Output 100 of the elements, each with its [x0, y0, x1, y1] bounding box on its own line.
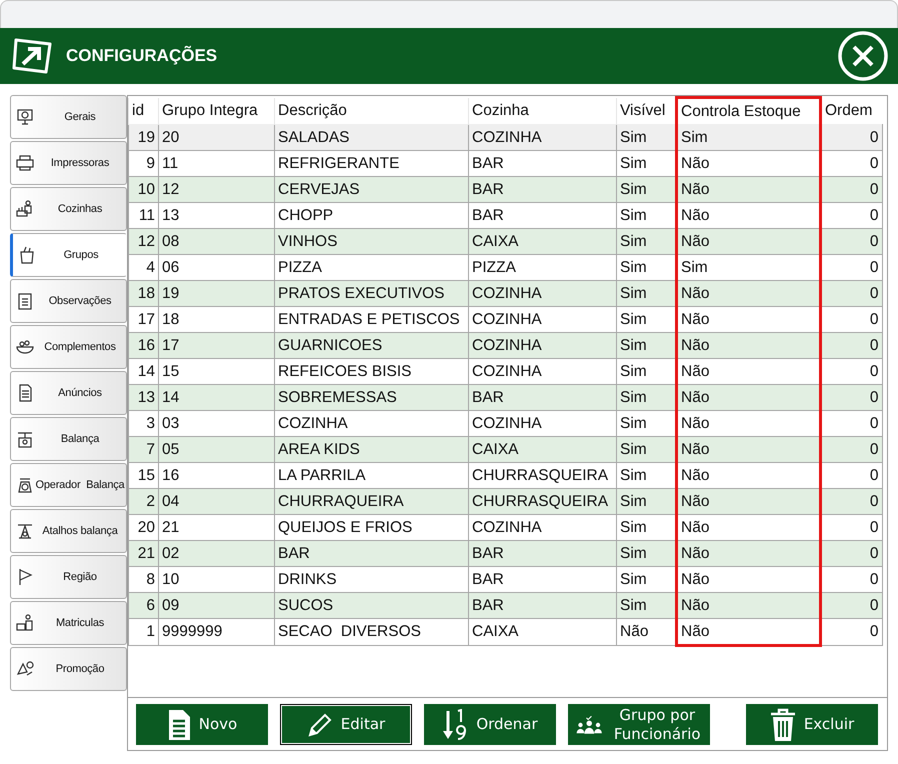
table-cell: 19: [158, 280, 274, 306]
column-header[interactable]: Controla Estoque: [676, 98, 820, 124]
column-header[interactable]: Ordem: [820, 98, 882, 124]
table-cell: 0: [820, 618, 882, 646]
table-cell: CHOPP: [274, 202, 468, 228]
table-cell: COZINHA: [468, 124, 616, 150]
table-cell: CHURRASQUEIRA: [468, 488, 616, 514]
table-cell: 15: [158, 358, 274, 384]
table-row[interactable]: 2 04 CHURRAQUEIRA CHURRASQUEIRA Sim Não 0: [128, 488, 882, 514]
table-cell: BAR: [468, 176, 616, 202]
table-row[interactable]: 9 11 REFRIGERANTE BAR Sim Não 0: [128, 150, 882, 176]
table-row[interactable]: 18 19 PRATOS EXECUTIVOS COZINHA Sim Não 0: [128, 280, 882, 306]
table-cell: Sim: [616, 176, 676, 202]
sidebar-tab[interactable]: Promoção: [10, 647, 127, 691]
sidebar-tab[interactable]: Anúncios: [10, 371, 127, 415]
action-button[interactable]: Novo: [136, 704, 268, 745]
table-cell: 13: [158, 202, 274, 228]
sidebar-tab[interactable]: Atalhos balança: [10, 509, 127, 553]
action-button[interactable]: Grupo por Funcionário: [568, 704, 710, 745]
action-button[interactable]: Excluir: [746, 704, 878, 745]
table-cell: 17: [128, 306, 158, 332]
column-header[interactable]: Descrição: [274, 98, 468, 124]
table-cell: LA PARRILA: [274, 462, 468, 488]
table-row[interactable]: 10 12 CERVEJAS BAR Sim Não 0: [128, 176, 882, 202]
table-cell: 18: [128, 280, 158, 306]
table-cell: ENTRADAS E PETISCOS: [274, 306, 468, 332]
table-cell: 03: [158, 410, 274, 436]
sidebar-tab[interactable]: Balança: [10, 417, 127, 461]
table-row[interactable]: 4 06 PIZZA PIZZA Sim Sim 0: [128, 254, 882, 280]
table-cell: Sim: [676, 254, 820, 280]
table-cell: 0: [820, 436, 882, 462]
sidebar-tab[interactable]: Matriculas: [10, 601, 127, 645]
table-cell: Sim: [616, 254, 676, 280]
table-cell: BAR: [468, 202, 616, 228]
table-row[interactable]: 13 14 SOBREMESSAS BAR Sim Não 0: [128, 384, 882, 410]
sidebar-tab[interactable]: Observações: [10, 279, 127, 323]
pencil-icon: [306, 712, 333, 738]
table-cell: SALADAS: [274, 124, 468, 150]
sort-icon: [442, 708, 468, 740]
close-icon[interactable]: [838, 31, 888, 81]
table-cell: 05: [158, 436, 274, 462]
sidebar-tab[interactable]: Cozinhas: [10, 187, 127, 231]
table-row[interactable]: 7 05 AREA KIDS CAIXA Sim Não 0: [128, 436, 882, 462]
sidebar-tab[interactable]: Complementos: [10, 325, 127, 369]
table-cell: BAR: [274, 540, 468, 566]
column-header[interactable]: Grupo Integra: [158, 98, 274, 124]
column-header[interactable]: Cozinha: [468, 98, 616, 124]
table-cell: CHURRAQUEIRA: [274, 488, 468, 514]
table-row[interactable]: 17 18 ENTRADAS E PETISCOS COZINHA Sim Não 0: [128, 306, 882, 332]
table-row[interactable]: 11 13 CHOPP BAR Sim Não 0: [128, 202, 882, 228]
sidebar-tab[interactable]: Região: [10, 555, 127, 599]
table-cell: 2: [128, 488, 158, 514]
column-header[interactable]: Visível: [616, 98, 676, 124]
table-cell: CHURRASQUEIRA: [468, 462, 616, 488]
table-cell: BAR: [468, 566, 616, 592]
table-row[interactable]: 3 03 COZINHA COZINHA Sim Não 0: [128, 410, 882, 436]
document-icon: [166, 708, 191, 740]
table-cell: Sim: [616, 332, 676, 358]
table-row[interactable]: 16 17 GUARNICOES COZINHA Sim Não 0: [128, 332, 882, 358]
table-cell: Não: [676, 618, 820, 646]
table-row[interactable]: 19 20 SALADAS COZINHA Sim Sim 0: [128, 124, 882, 150]
sidebar-tab[interactable]: Operador Balança: [10, 463, 127, 507]
table-cell: COZINHA: [468, 306, 616, 332]
table-cell: 13: [128, 384, 158, 410]
table-cell: Não: [676, 514, 820, 540]
table-cell: 06: [158, 254, 274, 280]
table-cell: Não: [676, 358, 820, 384]
table-row[interactable]: 12 08 VINHOS CAIXA Sim Não 0: [128, 228, 882, 254]
table-cell: 14: [128, 358, 158, 384]
column-header[interactable]: id: [128, 98, 158, 124]
table-cell: 0: [820, 254, 882, 280]
table-cell: PIZZA: [274, 254, 468, 280]
table-cell: 14: [158, 384, 274, 410]
table-cell: Sim: [616, 202, 676, 228]
table-cell: 15: [128, 462, 158, 488]
table-cell: Sim: [616, 514, 676, 540]
table-cell: BAR: [468, 384, 616, 410]
table-cell: DRINKS: [274, 566, 468, 592]
sidebar-tab[interactable]: Gerais: [10, 95, 127, 139]
tab-icon: [15, 107, 35, 127]
table-row[interactable]: 6 09 SUCOS BAR Sim Não 0: [128, 592, 882, 618]
table-cell: Sim: [616, 592, 676, 618]
table-cell: 8: [128, 566, 158, 592]
action-button[interactable]: Editar: [280, 704, 412, 745]
table-cell: Sim: [616, 306, 676, 332]
table-cell: COZINHA: [274, 410, 468, 436]
table-cell: 20: [158, 124, 274, 150]
sidebar-tab[interactable]: Impressoras: [10, 141, 127, 185]
action-button[interactable]: Ordenar: [424, 704, 556, 745]
table-cell: Não: [676, 462, 820, 488]
table-row[interactable]: 1 9999999 SECAO DIVERSOS CAIXA Não Não 0: [128, 618, 882, 646]
table-row[interactable]: 14 15 REFEICOES BISIS COZINHA Sim Não 0: [128, 358, 882, 384]
table-row[interactable]: 21 02 BAR BAR Sim Não 0: [128, 540, 882, 566]
table-cell: 0: [820, 488, 882, 514]
table-row[interactable]: 8 10 DRINKS BAR Sim Não 0: [128, 566, 882, 592]
table-cell: SUCOS: [274, 592, 468, 618]
table-row[interactable]: 20 21 QUEIJOS E FRIOS COZINHA Sim Não 0: [128, 514, 882, 540]
table-cell: VINHOS: [274, 228, 468, 254]
table-row[interactable]: 15 16 LA PARRILA CHURRASQUEIRA Sim Não 0: [128, 462, 882, 488]
sidebar-tab[interactable]: Grupos: [10, 233, 127, 277]
